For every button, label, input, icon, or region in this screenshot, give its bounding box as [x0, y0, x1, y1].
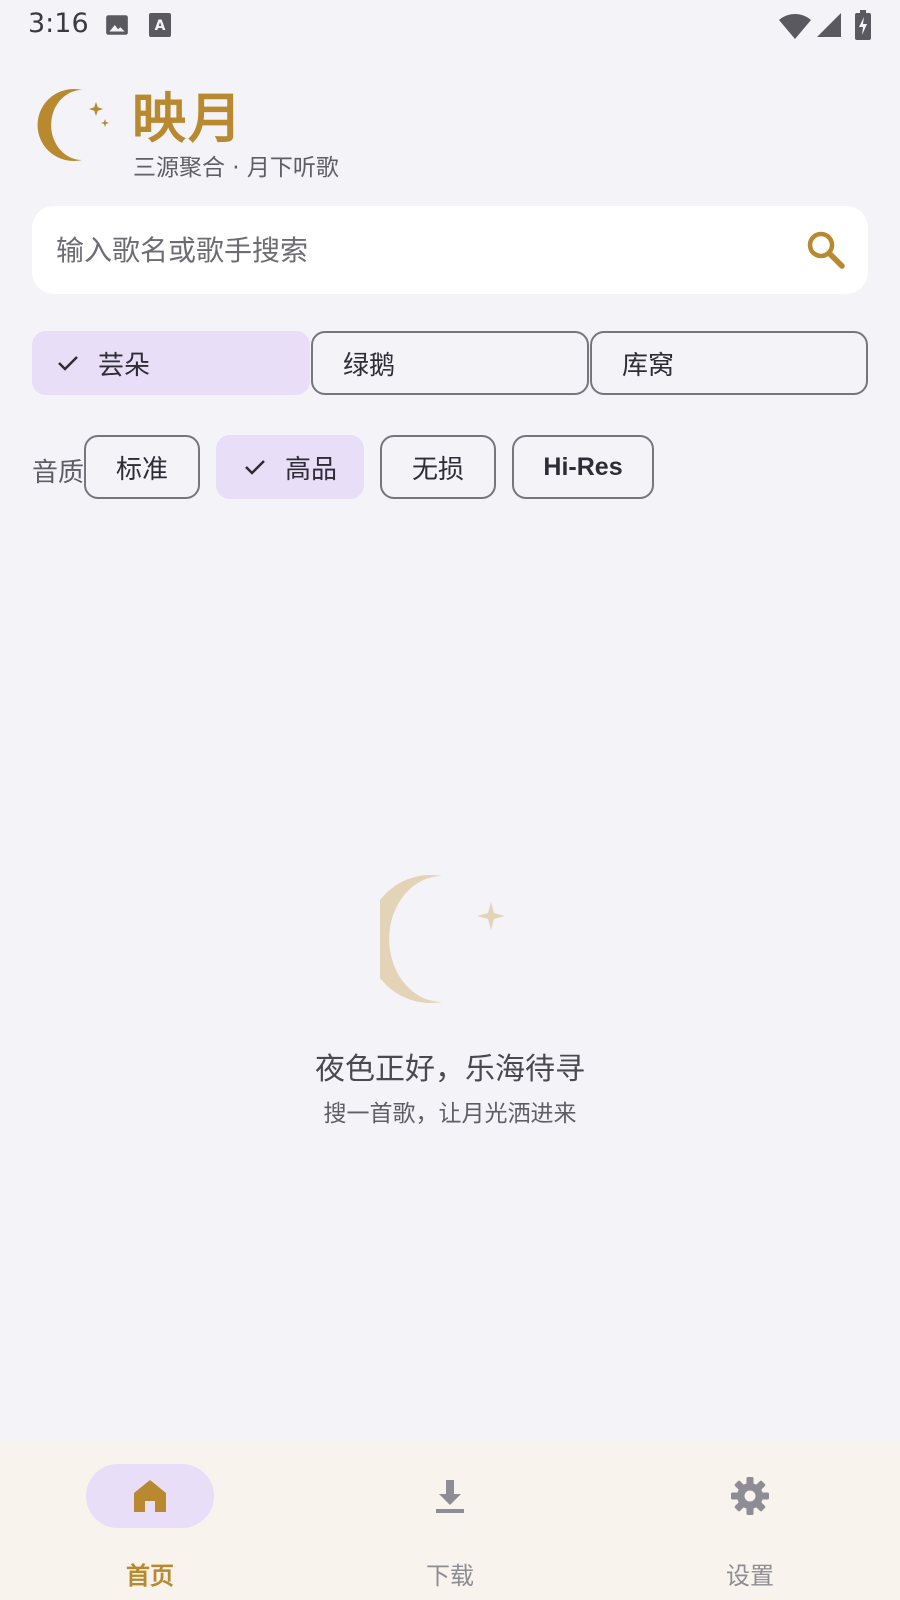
wifi-icon: [778, 12, 812, 44]
check-icon: [56, 351, 80, 375]
search-icon[interactable]: [804, 228, 848, 272]
quality-chip-lossless[interactable]: 无损: [380, 435, 496, 499]
status-bar: 3:16 A: [0, 0, 900, 52]
search-input[interactable]: [56, 206, 776, 294]
app-screen: 3:16 A 映月 三源聚合 · 月下听歌 输入歌名或歌手搜索 芸朵 绿鹅 库窝…: [0, 0, 900, 1600]
battery-charging-icon: [855, 10, 871, 44]
text-a-icon: A: [148, 12, 172, 42]
app-title: 映月: [132, 87, 244, 150]
source-selector: 芸朵 绿鹅 库窝: [32, 331, 868, 395]
home-icon: [130, 1476, 170, 1516]
download-icon: [430, 1476, 470, 1516]
search-bar: [32, 206, 868, 294]
source-option-label: 芸朵: [98, 350, 151, 381]
nav-item-settings[interactable]: 设置: [600, 1442, 900, 1600]
nav-item-home[interactable]: 首页: [0, 1442, 300, 1600]
nav-label-download: 下载: [426, 1562, 474, 1590]
quality-chip-hires[interactable]: Hi-Res: [512, 435, 654, 499]
source-option-yunduo[interactable]: 芸朵: [32, 331, 310, 395]
source-option-label: 库窝: [622, 350, 675, 381]
quality-chip-high[interactable]: 高品: [216, 435, 364, 499]
nav-item-download[interactable]: 下载: [300, 1442, 600, 1600]
image-icon: [104, 12, 130, 42]
check-icon: [243, 455, 267, 479]
moon-stars-icon: [34, 84, 114, 164]
source-option-kuwo[interactable]: 库窝: [590, 331, 868, 395]
svg-text:A: A: [155, 18, 166, 34]
nav-label-home: 首页: [126, 1562, 174, 1590]
quality-chip-label: 高品: [284, 454, 337, 485]
status-time: 3:16: [28, 8, 89, 39]
settings-gear-icon: [730, 1476, 770, 1516]
quality-chip-label: 无损: [411, 454, 464, 485]
moon-star-icon: [366, 872, 520, 1006]
empty-state-title: 夜色正好，乐海待寻: [315, 1052, 585, 1087]
quality-chip-standard[interactable]: 标准: [84, 435, 200, 499]
quality-label: 音质: [32, 458, 85, 488]
bottom-navigation: 首页 下载 设置: [0, 1442, 900, 1600]
signal-icon: [816, 12, 842, 42]
source-option-lv-e[interactable]: 绿鹅: [311, 331, 589, 395]
nav-label-settings: 设置: [726, 1562, 774, 1590]
quality-chip-label: 标准: [115, 454, 168, 485]
source-option-label: 绿鹅: [343, 350, 396, 381]
app-subtitle: 三源聚合 · 月下听歌: [133, 155, 339, 181]
quality-chip-label: Hi-Res: [543, 452, 623, 481]
empty-state-subtitle: 搜一首歌，让月光洒进来: [323, 1101, 577, 1127]
